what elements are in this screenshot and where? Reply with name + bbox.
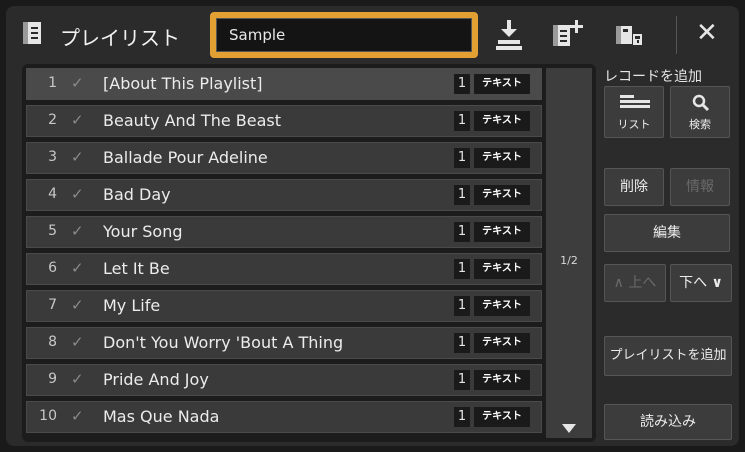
list-item[interactable]: 6 ✓ Let It Be 1 テキスト bbox=[26, 253, 542, 285]
text-tag: テキスト bbox=[474, 185, 530, 205]
record-count: 1 bbox=[454, 370, 470, 390]
playlist-name-value[interactable]: Sample bbox=[216, 18, 472, 52]
song-number: 8 bbox=[48, 334, 57, 350]
text-tag: テキスト bbox=[474, 111, 530, 131]
scroll-down-icon[interactable] bbox=[562, 424, 576, 433]
search-icon bbox=[692, 94, 710, 112]
list-item[interactable]: 7 ✓ My Life 1 テキスト bbox=[26, 290, 542, 322]
list-icon bbox=[620, 95, 650, 108]
move-up-button[interactable]: ∧ 上へ bbox=[604, 264, 666, 302]
move-up-label: 上へ bbox=[628, 275, 657, 291]
record-count: 1 bbox=[454, 148, 470, 168]
add-playlist-button[interactable]: プレイリストを追加 bbox=[604, 336, 732, 376]
move-down-button[interactable]: 下へ ∨ bbox=[670, 264, 732, 302]
song-name: My Life bbox=[103, 296, 161, 315]
song-number: 10 bbox=[39, 408, 57, 424]
record-count: 1 bbox=[454, 74, 470, 94]
song-name: Your Song bbox=[103, 222, 183, 241]
song-number: 7 bbox=[48, 297, 57, 313]
song-number: 3 bbox=[48, 149, 57, 165]
record-count: 1 bbox=[454, 111, 470, 131]
check-icon: ✓ bbox=[71, 407, 84, 425]
song-number: 2 bbox=[48, 112, 57, 128]
playlist-window: プレイリスト Sample ✕ 1 ✓ [About This Playlist… bbox=[6, 6, 739, 446]
record-count: 1 bbox=[454, 296, 470, 316]
record-count: 1 bbox=[454, 407, 470, 427]
song-name: Beauty And The Beast bbox=[103, 111, 281, 130]
song-name: Bad Day bbox=[103, 185, 171, 204]
list-button-label: リスト bbox=[617, 118, 651, 131]
page-title: プレイリスト bbox=[60, 26, 180, 50]
list-item[interactable]: 1 ✓ [About This Playlist] 1 テキスト bbox=[26, 68, 542, 100]
list-item[interactable]: 10 ✓ Mas Que Nada 1 テキスト bbox=[26, 401, 542, 433]
header: プレイリスト Sample ✕ bbox=[6, 6, 739, 62]
list-item[interactable]: 8 ✓ Don't You Worry 'Bout A Thing 1 テキスト bbox=[26, 327, 542, 359]
record-count: 1 bbox=[454, 185, 470, 205]
list-item[interactable]: 2 ✓ Beauty And The Beast 1 テキスト bbox=[26, 105, 542, 137]
up-arrow-icon: ∧ bbox=[613, 275, 624, 291]
list-item[interactable]: 4 ✓ Bad Day 1 テキスト bbox=[26, 179, 542, 211]
header-divider bbox=[676, 16, 677, 54]
page-indicator: 1/2 bbox=[560, 254, 578, 267]
song-number: 6 bbox=[48, 260, 57, 276]
song-list: 1 ✓ [About This Playlist] 1 テキスト 2 ✓ Bea… bbox=[22, 64, 596, 442]
list-item[interactable]: 9 ✓ Pride And Joy 1 テキスト bbox=[26, 364, 542, 396]
song-number: 5 bbox=[48, 223, 57, 239]
registration-icon[interactable] bbox=[614, 20, 644, 48]
check-icon: ✓ bbox=[71, 259, 84, 277]
add-record-label: レコードを追加 bbox=[604, 69, 702, 85]
song-name: Ballade Pour Adeline bbox=[103, 148, 268, 167]
text-tag: テキスト bbox=[474, 296, 530, 316]
delete-button[interactable]: 削除 bbox=[604, 168, 664, 206]
text-tag: テキスト bbox=[474, 333, 530, 353]
song-name: Don't You Worry 'Bout A Thing bbox=[103, 333, 344, 352]
song-number: 9 bbox=[48, 371, 57, 387]
song-name: Pride And Joy bbox=[103, 370, 209, 389]
playlist-icon bbox=[20, 20, 50, 48]
check-icon: ✓ bbox=[71, 74, 84, 92]
load-button[interactable]: 読み込み bbox=[604, 404, 732, 440]
move-down-label: 下へ bbox=[679, 275, 708, 291]
list-scrollbar[interactable]: 1/2 bbox=[546, 68, 592, 438]
close-icon[interactable]: ✕ bbox=[696, 18, 718, 48]
song-name: Let It Be bbox=[103, 259, 170, 278]
new-playlist-icon[interactable] bbox=[551, 20, 583, 48]
text-tag: テキスト bbox=[474, 222, 530, 242]
text-tag: テキスト bbox=[474, 259, 530, 279]
song-number: 1 bbox=[48, 75, 57, 91]
add-from-list-button[interactable]: リスト bbox=[604, 86, 664, 138]
check-icon: ✓ bbox=[71, 296, 84, 314]
text-tag: テキスト bbox=[474, 148, 530, 168]
song-name: [About This Playlist] bbox=[103, 74, 263, 93]
playlist-name-field[interactable]: Sample bbox=[210, 12, 478, 58]
check-icon: ✓ bbox=[71, 370, 84, 388]
save-icon[interactable] bbox=[496, 20, 526, 50]
song-number: 4 bbox=[48, 186, 57, 202]
text-tag: テキスト bbox=[474, 74, 530, 94]
text-tag: テキスト bbox=[474, 370, 530, 390]
check-icon: ✓ bbox=[71, 111, 84, 129]
check-icon: ✓ bbox=[71, 222, 84, 240]
info-button[interactable]: 情報 bbox=[670, 168, 730, 206]
check-icon: ✓ bbox=[71, 148, 84, 166]
search-button-label: 検索 bbox=[689, 118, 711, 131]
down-arrow-icon: ∨ bbox=[711, 275, 723, 291]
edit-button[interactable]: 編集 bbox=[604, 214, 730, 252]
record-count: 1 bbox=[454, 259, 470, 279]
search-button[interactable]: 検索 bbox=[670, 86, 730, 138]
list-item[interactable]: 5 ✓ Your Song 1 テキスト bbox=[26, 216, 542, 248]
list-item[interactable]: 3 ✓ Ballade Pour Adeline 1 テキスト bbox=[26, 142, 542, 174]
song-name: Mas Que Nada bbox=[103, 407, 220, 426]
record-count: 1 bbox=[454, 333, 470, 353]
check-icon: ✓ bbox=[71, 185, 84, 203]
check-icon: ✓ bbox=[71, 333, 84, 351]
record-count: 1 bbox=[454, 222, 470, 242]
text-tag: テキスト bbox=[474, 407, 530, 427]
